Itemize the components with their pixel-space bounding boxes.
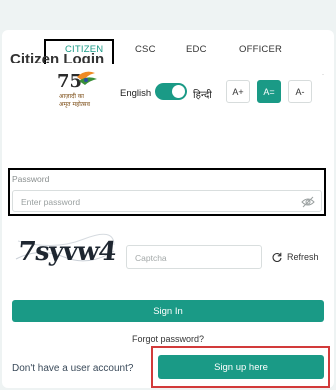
forgot-password-link[interactable]: Forgot password? [0, 334, 336, 344]
toggle-knob [172, 85, 185, 98]
azadi-logo: 75 आज़ादी का अमृत महोत्सव [55, 67, 111, 109]
refresh-label: Refresh [287, 252, 319, 262]
captcha-text: 7syvw4 [16, 237, 117, 267]
captcha-placeholder: Captcha [135, 253, 167, 263]
tab-officer[interactable]: OFFICER [239, 44, 282, 55]
language-hindi-label: हिन्दी [193, 90, 212, 101]
eye-slash-icon[interactable] [301, 195, 315, 209]
font-decrease-button[interactable]: A- [288, 80, 312, 103]
refresh-captcha-button[interactable]: Refresh [272, 252, 319, 262]
password-label: Password [12, 174, 50, 184]
font-reset-button[interactable]: A= [257, 80, 281, 103]
captcha-field[interactable]: Captcha [126, 245, 262, 269]
tab-csc[interactable]: CSC [135, 44, 156, 55]
svg-text:75: 75 [57, 71, 82, 92]
tab-edc[interactable]: EDC [186, 44, 207, 55]
sign-in-button[interactable]: Sign In [12, 300, 324, 322]
password-field[interactable]: Enter password [12, 190, 322, 212]
language-english-label: English [120, 88, 152, 99]
captcha-image: 7syvw4 [14, 229, 117, 272]
refresh-icon [272, 252, 282, 262]
font-increase-button[interactable]: A+ [226, 80, 250, 103]
logo-line2: अमृत महोत्सव [59, 100, 91, 108]
sign-up-button[interactable]: Sign up here [158, 355, 324, 379]
password-placeholder: Enter password [21, 197, 81, 207]
no-account-label: Don't have a user account? [12, 363, 134, 374]
language-toggle[interactable] [155, 83, 187, 100]
header-controls: 75 आज़ादी का अमृत महोत्सव English हिन्दी… [10, 64, 322, 108]
logo-line1: आज़ादी का [59, 92, 84, 100]
page-title: Citizen Login [10, 51, 105, 63]
